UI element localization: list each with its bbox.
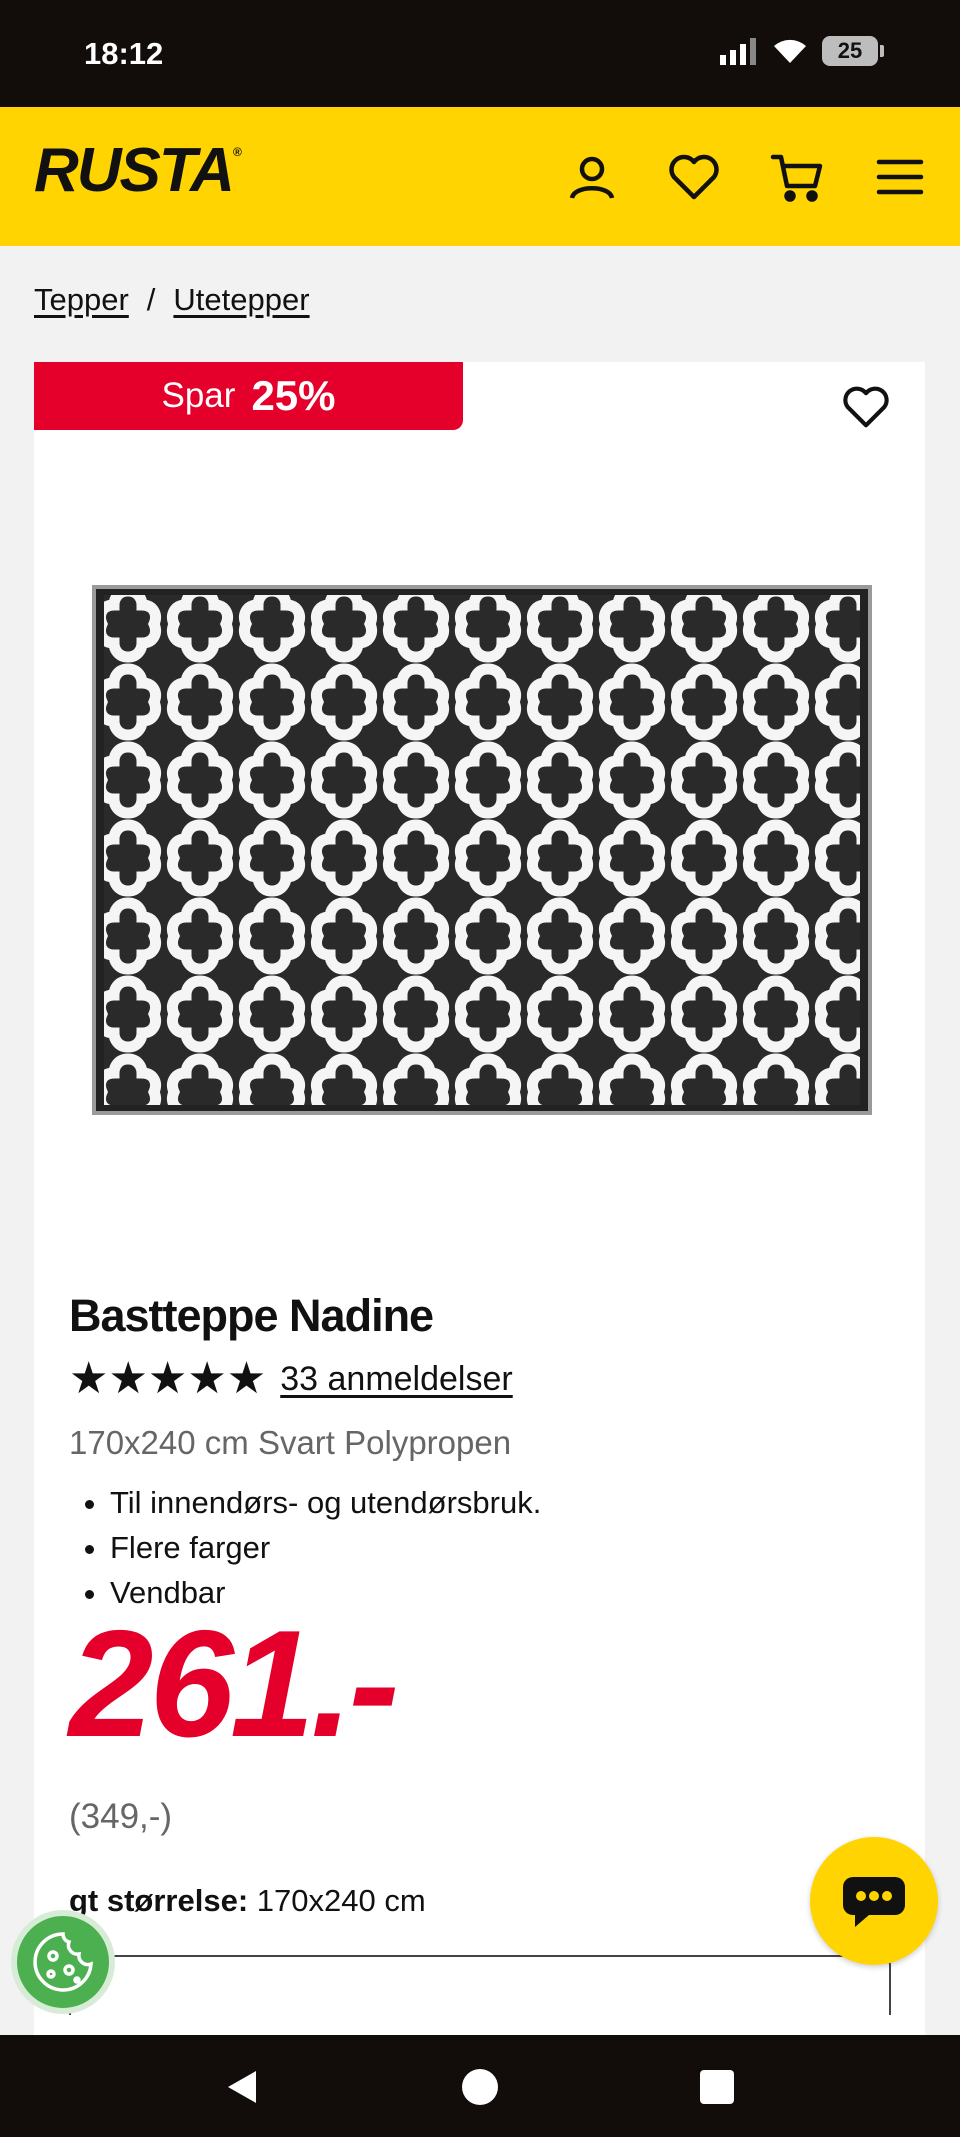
account-icon[interactable] xyxy=(560,145,624,209)
home-icon[interactable] xyxy=(452,2059,508,2115)
recents-icon[interactable] xyxy=(689,2059,745,2115)
battery-icon: 25 xyxy=(822,36,884,66)
discount-label: Spar xyxy=(161,376,236,415)
signal-icon xyxy=(720,38,756,65)
heart-icon xyxy=(843,386,889,428)
current-price: 261.- xyxy=(69,1599,399,1769)
cart-icon[interactable] xyxy=(765,145,829,209)
selected-size: gt størrelse: 170x240 cm xyxy=(69,1883,426,1919)
status-icons: 25 xyxy=(718,36,884,66)
wishlist-icon[interactable] xyxy=(662,145,726,209)
reviews-link[interactable]: 33 anmeldelser xyxy=(280,1360,512,1399)
chat-icon xyxy=(843,1877,905,1927)
product-image[interactable] xyxy=(92,585,872,1115)
product-rating: ★★★★★ 33 anmeldelser xyxy=(69,1357,513,1401)
original-price: (349,-) xyxy=(69,1797,173,1836)
feature-item: Flere farger xyxy=(110,1525,541,1570)
chat-button[interactable] xyxy=(810,1837,938,1965)
breadcrumb: Tepper / Utetepper xyxy=(34,282,310,318)
product-card: Spar 25% Bastteppe Nadine ★★★★★ 33 anmel… xyxy=(34,362,925,2042)
add-to-wishlist-button[interactable] xyxy=(836,377,896,437)
rusta-logo[interactable]: RUSTA® xyxy=(34,135,242,206)
cookie-settings-button[interactable] xyxy=(11,1910,115,2014)
size-label: gt størrelse: xyxy=(69,1883,249,1918)
product-title: Bastteppe Nadine xyxy=(69,1290,434,1341)
menu-icon[interactable] xyxy=(868,145,932,209)
status-bar: 18:12 25 xyxy=(0,0,960,107)
discount-percent: 25% xyxy=(251,372,336,419)
feature-item: Til innendørs- og utendørsbruk. xyxy=(110,1480,541,1525)
wifi-icon xyxy=(774,39,806,63)
cookie-icon xyxy=(33,1932,93,1992)
site-header: RUSTA® xyxy=(0,107,960,246)
system-nav-bar xyxy=(0,2035,960,2137)
size-selector[interactable] xyxy=(69,1955,891,2015)
product-variant: 170x240 cm Svart Polypropen xyxy=(69,1424,512,1461)
status-time: 18:12 xyxy=(84,36,164,71)
breadcrumb-link-tepper[interactable]: Tepper xyxy=(34,282,129,318)
breadcrumb-separator: / xyxy=(146,282,156,317)
breadcrumb-link-utetepper[interactable]: Utetepper xyxy=(173,282,309,318)
rating-stars: ★★★★★ xyxy=(69,1354,267,1403)
back-icon[interactable] xyxy=(214,2059,270,2115)
size-value: 170x240 cm xyxy=(256,1883,426,1918)
discount-badge: Spar 25% xyxy=(34,362,463,430)
feature-list: Til innendørs- og utendørsbruk. Flere fa… xyxy=(110,1480,541,1615)
